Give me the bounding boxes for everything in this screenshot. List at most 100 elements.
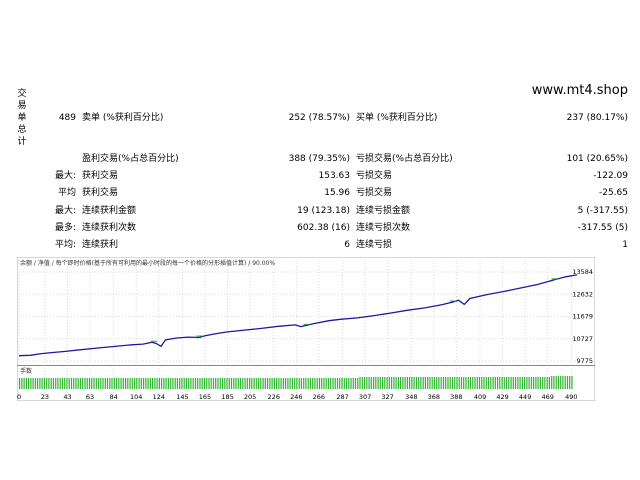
avg-consec-win-value: 6	[344, 240, 350, 250]
volume-bar	[345, 378, 348, 389]
y-tick-label: 13584	[572, 268, 593, 276]
volume-bar	[508, 377, 510, 389]
x-tick-label: 368	[428, 393, 440, 401]
volume-bar	[343, 378, 345, 389]
volume-bar	[19, 378, 21, 389]
volume-bar	[571, 376, 573, 389]
max-consec-loss-amt-label: 连续亏损金额	[356, 206, 411, 216]
volume-bar	[156, 378, 158, 389]
max-consec-win-cnt-label: 连续获利次数	[82, 223, 137, 233]
volume-bar	[404, 377, 406, 389]
volume-bar	[129, 378, 131, 389]
volume-bar	[246, 378, 248, 389]
volume-bar	[179, 378, 181, 389]
volume-bar	[521, 377, 523, 389]
volume-bar	[321, 378, 323, 389]
short-label: 卖单 (%获利百分比)	[82, 113, 164, 123]
volume-bar	[172, 378, 174, 389]
volume-bar	[528, 377, 530, 389]
volume-bar	[260, 378, 262, 389]
volume-bar	[503, 377, 505, 389]
volume-bar	[341, 378, 343, 389]
max-label: 最大:	[54, 171, 76, 181]
avg-loss-value: -25.65	[598, 188, 628, 198]
volume-bar	[350, 378, 352, 389]
volume-bar	[138, 378, 140, 389]
max-consec-win-cnt-value: 602.38 (16)	[297, 223, 350, 233]
volume-bar	[106, 378, 109, 389]
volume-bar	[52, 378, 54, 389]
x-tick-label: 490	[565, 393, 577, 401]
volume-bar	[269, 378, 271, 389]
volume-bar	[264, 378, 266, 389]
avg-label: 平均	[57, 188, 76, 198]
volume-bar	[318, 378, 321, 389]
x-tick-label: 124	[153, 393, 165, 401]
volume-bar	[357, 378, 359, 389]
volume-bar	[206, 378, 208, 389]
volume-bar	[339, 378, 341, 389]
volume-bar	[548, 377, 550, 389]
volume-bar	[492, 377, 494, 389]
volume-bar	[104, 378, 106, 389]
volume-bar	[102, 378, 104, 389]
y-tick-label: 12632	[572, 290, 593, 298]
volume-bar	[539, 377, 541, 389]
volume-bar	[176, 378, 178, 389]
volume-bar	[228, 378, 230, 389]
volume-bar	[325, 378, 327, 389]
volume-bar	[93, 378, 95, 389]
volume-bar	[553, 376, 555, 389]
volume-bar	[555, 376, 557, 389]
volume-bar	[506, 377, 508, 389]
volume-bar	[397, 377, 399, 389]
volume-bar	[258, 378, 260, 389]
volume-bar	[330, 378, 332, 389]
x-tick-label: 104	[130, 393, 142, 401]
volume-bar	[212, 378, 215, 389]
volume-bar	[519, 377, 521, 389]
volume-bar	[97, 378, 100, 389]
volume-bar	[309, 378, 311, 389]
volume-bar	[463, 377, 465, 389]
volume-bar	[354, 378, 357, 389]
volume-bar	[402, 377, 404, 389]
volume-bar	[379, 377, 381, 389]
volume-bar	[249, 378, 251, 389]
volume-bar	[305, 378, 307, 389]
volume-bar	[535, 377, 537, 389]
volume-bar	[433, 377, 435, 389]
volume-bar	[203, 378, 206, 389]
volume-bar	[125, 378, 127, 389]
volume-bar	[34, 378, 36, 389]
volume-bar	[181, 378, 183, 389]
volume-bar	[239, 378, 242, 389]
x-tick-label: 409	[474, 393, 486, 401]
volume-bar	[370, 377, 372, 389]
volume-bar	[194, 378, 197, 389]
volume-bar	[386, 377, 388, 389]
volume-bar	[100, 378, 102, 389]
volume-bar	[542, 377, 544, 389]
volume-bar	[429, 377, 431, 389]
volume-bar	[244, 378, 246, 389]
y-tick-label: 11679	[572, 313, 593, 321]
volume-bar	[406, 377, 408, 389]
volume-bar	[442, 377, 445, 389]
volume-bar	[393, 377, 395, 389]
x-tick-label: 287	[336, 393, 348, 401]
volume-bar	[66, 378, 68, 389]
max-consec-win-amt-label: 连续获利金额	[82, 206, 137, 216]
volume-bar	[409, 377, 411, 389]
volume-bar	[39, 378, 41, 389]
max-consec-loss-cnt-label: 连续亏损次数	[356, 223, 411, 233]
volume-bar	[167, 378, 169, 389]
volume-bar	[517, 377, 519, 389]
volume-bar	[291, 378, 293, 389]
volume-divider	[17, 365, 595, 366]
volume-bar	[445, 377, 447, 389]
volume-bar	[152, 378, 154, 389]
volume-bar	[526, 377, 528, 389]
max2-label: 最大:	[54, 206, 76, 216]
volume-bar	[285, 378, 287, 389]
